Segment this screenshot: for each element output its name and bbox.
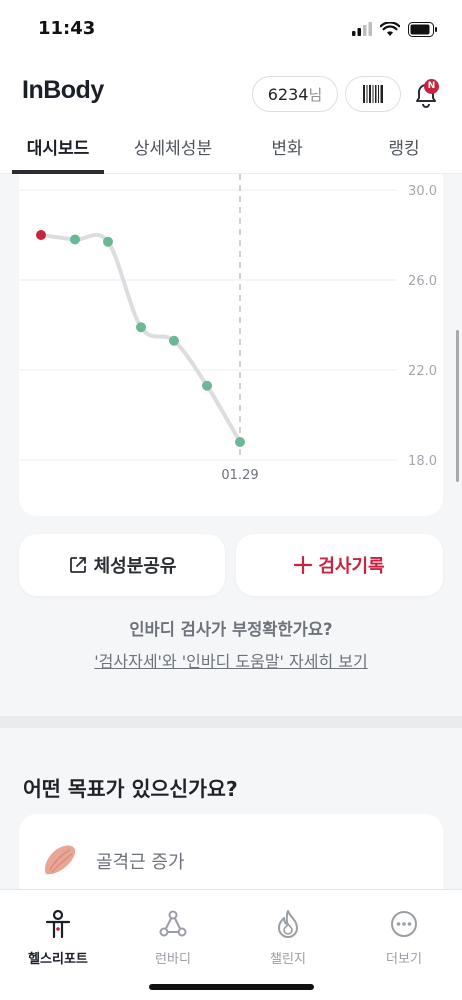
nav-runbody-label: 런바디 [155,952,191,967]
data-point[interactable] [136,322,146,333]
battery-icon [408,21,437,37]
share-icon [69,557,86,573]
help-guide-link[interactable]: '검사자세'와 '인바디 도움말' 자세히 보기 [0,648,462,672]
share-body-composition-button[interactable]: 체성분공유 [19,534,225,596]
inaccuracy-question: 인바디 검사가 부정확한가요? [129,620,333,639]
user-id: 6234 [267,84,309,104]
y-tick-label: 26.0 [408,274,437,289]
cellular-icon [352,22,372,36]
nav-health-report[interactable]: 헬스리포트 [8,908,108,967]
data-point[interactable] [235,437,245,447]
record-test-button[interactable]: 검사기록 [236,534,443,596]
status-time: 11:43 [38,18,96,39]
x-selected-label: 01.29 [221,468,258,483]
home-indicator [149,984,314,990]
y-tick-label: 18.0 [408,454,437,469]
status-bar: 11:43 [0,0,462,62]
data-point[interactable] [169,335,179,346]
plus-icon [294,556,313,574]
data-point[interactable] [36,230,46,240]
trend-line [39,232,242,444]
y-tick-label: 30.0 [408,184,437,199]
status-icons [352,20,438,38]
goal-option-label: 골격근 증가 [96,852,185,873]
nav-health-report-label: 헬스리포트 [28,952,88,967]
nav-challenge-label: 챌린지 [270,952,306,967]
user-suffix: 님 [308,85,323,104]
tab-changes[interactable]: 변화 [252,134,322,174]
inbody-logo: InBody [22,76,104,104]
wifi-icon [380,21,400,36]
barcode-button[interactable] [345,76,401,112]
nav-challenge[interactable]: 챌린지 [238,908,338,967]
notification-button[interactable]: N [410,78,442,110]
nav-runbody[interactable]: 런바디 [123,908,223,967]
y-tick-label: 22.0 [408,364,437,379]
goal-option-card[interactable] [19,814,443,894]
nav-more-label: 더보기 [386,952,422,967]
data-point[interactable] [202,380,212,391]
data-point[interactable] [70,234,80,245]
notification-badge-text: N [427,81,436,91]
trend-chart-card: 30.0 26.0 22.0 18.0 01.29 [19,174,443,516]
share-label: 체성분공유 [93,556,177,577]
scrollbar[interactable] [456,330,459,482]
person-icon [45,909,71,939]
more-icon [391,911,417,937]
tab-ranking[interactable]: 랭킹 [368,134,440,174]
tab-body-composition[interactable]: 상세체성분 [120,134,226,174]
nodes-icon [159,910,187,937]
notification-badge: N [424,79,439,94]
section-divider [0,716,462,728]
user-id-button[interactable]: 6234 님 [252,76,338,112]
data-point[interactable] [103,236,113,247]
tab-bar: 대시보드 상세체성분 변화 랭킹 [0,126,462,174]
barcode-icon [363,85,383,103]
muscle-icon [44,845,76,875]
trend-chart[interactable]: 30.0 26.0 22.0 18.0 01.29 [19,174,443,516]
flame-icon [278,910,298,938]
app-header: InBody 6234 님 N [0,62,462,126]
tab-dashboard[interactable]: 대시보드 [14,134,102,174]
nav-more[interactable]: 더보기 [354,908,454,967]
record-label: 검사기록 [318,556,385,577]
goal-section-title: 어떤 목표가 있으신가요? [23,777,238,801]
